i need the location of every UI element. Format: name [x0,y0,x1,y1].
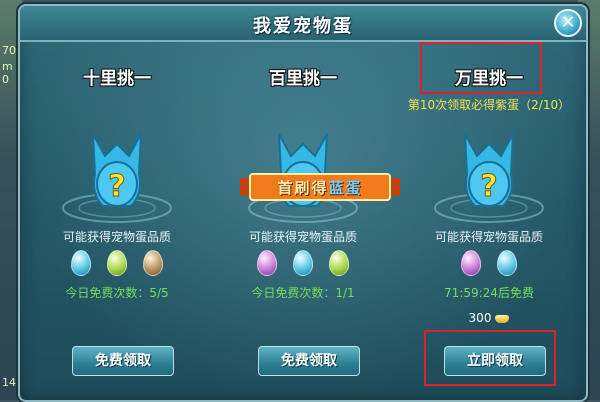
egg-quality-list [26,250,208,276]
free-count-text: 今日免费次数：1/1 [251,286,355,300]
first-draw-ribbon: 首刷得蓝蛋 [240,172,400,202]
blue-egg-icon [293,250,313,276]
purple-egg-icon [461,250,481,276]
highlight-box-claim-button [424,330,556,386]
purple-egg-icon [257,250,277,276]
blue-egg-icon [497,250,517,276]
edge-number: 14 [2,376,16,389]
price-value: 300 [468,311,492,325]
highlight-box-title [420,42,542,94]
draw-option-hundred: 百里挑一 ? 可能获得宠物蛋品质 今日免费次数：1/1 免费领取 [212,46,394,396]
quality-label: 可能获得宠物蛋品质 [434,230,543,244]
svg-text:?: ? [480,169,497,204]
free-claim-button[interactable]: 免费领取 [258,346,360,376]
mystery-pet-image: ? [243,116,363,226]
edge-number: 70 [2,44,16,57]
free-count-text: 今日免费次数：5/5 [65,286,169,300]
egg-quality-list [398,250,580,276]
green-egg-icon [329,250,349,276]
close-icon: ✕ [560,12,576,33]
egg-quality-list [212,250,394,276]
close-button[interactable]: ✕ [554,9,582,37]
quality-label: 可能获得宠物蛋品质 [248,230,357,244]
price-tag: 300 [398,311,580,325]
option-title: 十里挑一 [83,69,151,89]
mystery-pet-image: ? [429,116,549,226]
guarantee-text: 第10次领取必得紫蛋（2/10） [407,98,571,112]
pet-egg-dialog: 我爱宠物蛋 ✕ 十里挑一 ? 可能获得宠物蛋品质 今日免费次数：5/5 免费领取… [18,4,588,402]
draw-option-ten: 十里挑一 ? 可能获得宠物蛋品质 今日免费次数：5/5 免费领取 [26,46,208,396]
gold-ingot-icon [495,314,510,323]
brown-egg-icon [143,250,163,276]
cooldown-timer-text: 71:59:24后免费 [444,286,534,300]
blue-egg-icon [71,250,91,276]
dialog-title: 我爱宠物蛋 [253,16,353,37]
mystery-pet-image: ? [57,116,177,226]
ribbon-text: 首刷得蓝蛋 [277,179,363,197]
svg-text:?: ? [108,169,125,204]
quality-label: 可能获得宠物蛋品质 [62,230,171,244]
green-egg-icon [107,250,127,276]
free-claim-button[interactable]: 免费领取 [72,346,174,376]
dialog-titlebar: 我爱宠物蛋 ✕ [20,6,586,42]
option-title: 百里挑一 [269,69,337,89]
